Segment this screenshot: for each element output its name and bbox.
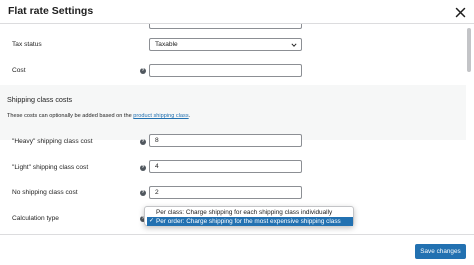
cost-input[interactable] xyxy=(149,64,302,77)
option-per-class-label: Per class: Charge shipping for each ship… xyxy=(156,209,333,216)
light-cost-label: "Light" shipping class cost xyxy=(12,164,89,171)
checkmark-icon: ✓ xyxy=(149,218,155,224)
calculation-type-dropdown[interactable]: Per class: Charge shipping for each ship… xyxy=(144,206,354,226)
heavy-cost-label: "Heavy" shipping class cost xyxy=(12,138,93,145)
light-help-icon[interactable]: ? xyxy=(140,165,146,171)
modal-title: Flat rate Settings xyxy=(8,5,94,17)
section-title: Shipping class costs xyxy=(7,95,73,104)
close-icon xyxy=(455,7,465,17)
description-text: These costs can optionally be added base… xyxy=(7,113,132,119)
modal-footer: Save changes xyxy=(0,234,474,265)
scrollbar[interactable] xyxy=(467,28,471,72)
tax-status-label: Tax status xyxy=(12,41,42,48)
heavy-help-icon[interactable]: ? xyxy=(140,139,146,145)
close-button[interactable] xyxy=(453,5,467,19)
chevron-down-icon xyxy=(291,43,297,47)
product-shipping-class-link[interactable]: product shipping class xyxy=(133,113,188,119)
no-class-cost-input[interactable]: 2 xyxy=(149,186,302,199)
cost-help-icon[interactable]: ? xyxy=(140,68,146,74)
heavy-cost-input[interactable]: 8 xyxy=(149,134,302,147)
save-changes-button[interactable]: Save changes xyxy=(415,244,466,259)
calculation-type-label: Calculation type xyxy=(12,215,59,222)
option-per-order-label: Per order: Charge shipping for the most … xyxy=(156,218,341,225)
option-per-order[interactable]: ✓ Per order: Charge shipping for the mos… xyxy=(147,217,353,226)
no-class-cost-label: No shipping class cost xyxy=(12,189,78,196)
tax-status-value: Taxable xyxy=(155,41,178,48)
modal-header: Flat rate Settings xyxy=(0,0,474,24)
description-end: . xyxy=(188,113,191,119)
tax-status-select[interactable]: Taxable xyxy=(149,38,302,51)
no-class-help-icon[interactable]: ? xyxy=(140,190,146,196)
settings-form[interactable]: Tax status Taxable Cost ? Shipping class… xyxy=(0,24,474,234)
light-cost-input[interactable]: 4 xyxy=(149,160,302,173)
flat-rate-settings-modal: Flat rate Settings Tax status Taxable Co… xyxy=(0,0,474,265)
section-description: These costs can optionally be added base… xyxy=(7,113,190,119)
cost-label: Cost xyxy=(12,67,26,74)
partial-input-field[interactable] xyxy=(149,24,302,29)
option-per-class[interactable]: Per class: Charge shipping for each ship… xyxy=(147,208,353,217)
shipping-class-costs-section: Shipping class costs These costs can opt… xyxy=(0,85,466,140)
